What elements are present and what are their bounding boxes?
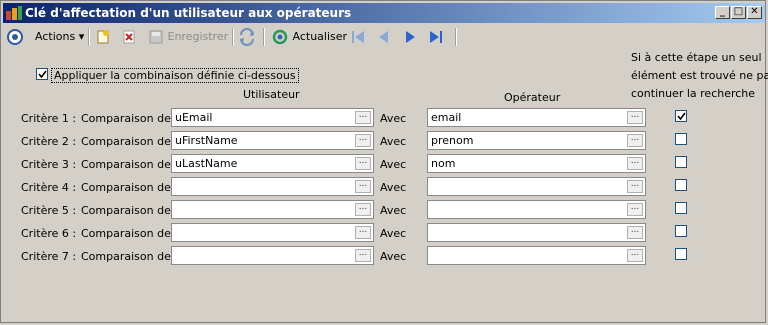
stop-search-checkbox[interactable] (675, 156, 687, 168)
criterion-label: Critère 6 : (21, 227, 77, 240)
user-field[interactable]: uLastName ... (171, 154, 374, 173)
stop-search-checkbox[interactable] (675, 202, 687, 214)
first-icon[interactable] (349, 27, 367, 47)
stop-search-checkbox[interactable] (675, 110, 687, 122)
browse-operator-button[interactable]: ... (627, 203, 643, 216)
compare-label: Comparaison de : (81, 135, 179, 148)
stop-search-checkbox[interactable] (675, 248, 687, 260)
user-field[interactable]: uFirstName ... (171, 131, 374, 150)
browse-user-button[interactable]: ... (355, 157, 371, 170)
browse-user-button[interactable]: ... (355, 203, 371, 216)
operator-field-value: email (431, 111, 462, 124)
sync-icon[interactable] (238, 27, 256, 47)
user-field[interactable]: uEmail ... (171, 108, 374, 127)
chevron-down-icon: ▾ (78, 30, 85, 43)
stop-note-line3: continuer la recherche (631, 87, 756, 100)
operator-field-value: nom (431, 157, 456, 170)
save-button[interactable]: Enregistrer (148, 27, 228, 47)
user-field[interactable]: ... (171, 177, 374, 196)
column-header-user: Utilisateur (243, 88, 300, 101)
close-button[interactable]: ✕ (747, 6, 762, 19)
actions-gear-icon[interactable] (6, 27, 24, 47)
with-label: Avec (380, 227, 407, 240)
operator-field[interactable]: prenom ... (427, 131, 646, 150)
column-header-operator: Opérateur (504, 91, 561, 104)
new-document-icon[interactable] (95, 27, 111, 47)
stop-note-line1: Si à cette étape un seul (631, 51, 762, 64)
compare-label: Comparaison de : (81, 112, 179, 125)
compare-label: Comparaison de : (81, 204, 179, 217)
criterion-label: Critère 3 : (21, 158, 77, 171)
operator-field[interactable]: ... (427, 200, 646, 219)
with-label: Avec (380, 112, 407, 125)
user-field-value: uLastName (175, 157, 238, 170)
user-field[interactable]: ... (171, 200, 374, 219)
delete-icon[interactable] (121, 27, 137, 47)
operator-field[interactable]: ... (427, 177, 646, 196)
browse-operator-button[interactable]: ... (627, 111, 643, 124)
last-icon[interactable] (427, 27, 445, 47)
browse-operator-button[interactable]: ... (627, 134, 643, 147)
save-label: Enregistrer (167, 30, 229, 43)
title-bar: Clé d'affectation d'un utilisateur aux o… (3, 3, 765, 23)
criterion-label: Critère 1 : (21, 112, 77, 125)
browse-user-button[interactable]: ... (355, 226, 371, 239)
compare-label: Comparaison de : (81, 250, 179, 263)
app-icon (6, 6, 22, 20)
compare-label: Comparaison de : (81, 181, 179, 194)
browse-user-button[interactable]: ... (355, 249, 371, 262)
apply-combination-checkbox[interactable] (36, 68, 48, 80)
operator-field[interactable]: ... (427, 223, 646, 242)
with-label: Avec (380, 204, 407, 217)
refresh-label: Actualiser (292, 30, 348, 43)
with-label: Avec (380, 158, 407, 171)
actions-label: Actions (35, 30, 76, 43)
compare-label: Comparaison de : (81, 227, 179, 240)
save-icon (149, 30, 163, 44)
next-icon[interactable] (401, 27, 419, 47)
refresh-icon (272, 29, 288, 45)
user-field-value: uEmail (175, 111, 213, 124)
stop-note-line2: élément est trouvé ne pas (631, 69, 768, 82)
stop-search-checkbox[interactable] (675, 179, 687, 191)
user-field-value: uFirstName (175, 134, 238, 147)
browse-user-button[interactable]: ... (355, 134, 371, 147)
criterion-label: Critère 2 : (21, 135, 77, 148)
apply-combination-label[interactable]: Appliquer la combinaison définie ci-dess… (51, 68, 299, 83)
window-title: Clé d'affectation d'un utilisateur aux o… (25, 6, 352, 20)
previous-icon[interactable] (375, 27, 393, 47)
browse-operator-button[interactable]: ... (627, 180, 643, 193)
dialog-window: Clé d'affectation d'un utilisateur aux o… (0, 0, 768, 323)
toolbar: Actions ▾ Enregistrer Actualiser (3, 25, 765, 49)
maximize-button[interactable]: □ (731, 6, 746, 19)
with-label: Avec (380, 250, 407, 263)
user-field[interactable]: ... (171, 223, 374, 242)
criterion-label: Critère 5 : (21, 204, 77, 217)
browse-user-button[interactable]: ... (355, 111, 371, 124)
with-label: Avec (380, 135, 407, 148)
actions-menu-button[interactable]: Actions ▾ (35, 27, 84, 47)
with-label: Avec (380, 181, 407, 194)
compare-label: Comparaison de : (81, 158, 179, 171)
browse-operator-button[interactable]: ... (627, 249, 643, 262)
operator-field[interactable]: ... (427, 246, 646, 265)
operator-field[interactable]: nom ... (427, 154, 646, 173)
browse-user-button[interactable]: ... (355, 180, 371, 193)
minimize-button[interactable]: _ (715, 6, 730, 19)
criterion-label: Critère 7 : (21, 250, 77, 263)
operator-field[interactable]: email ... (427, 108, 646, 127)
operator-field-value: prenom (431, 134, 474, 147)
criterion-label: Critère 4 : (21, 181, 77, 194)
refresh-button[interactable]: Actualiser (271, 27, 347, 47)
user-field[interactable]: ... (171, 246, 374, 265)
browse-operator-button[interactable]: ... (627, 157, 643, 170)
browse-operator-button[interactable]: ... (627, 226, 643, 239)
stop-search-checkbox[interactable] (675, 225, 687, 237)
stop-search-checkbox[interactable] (675, 133, 687, 145)
